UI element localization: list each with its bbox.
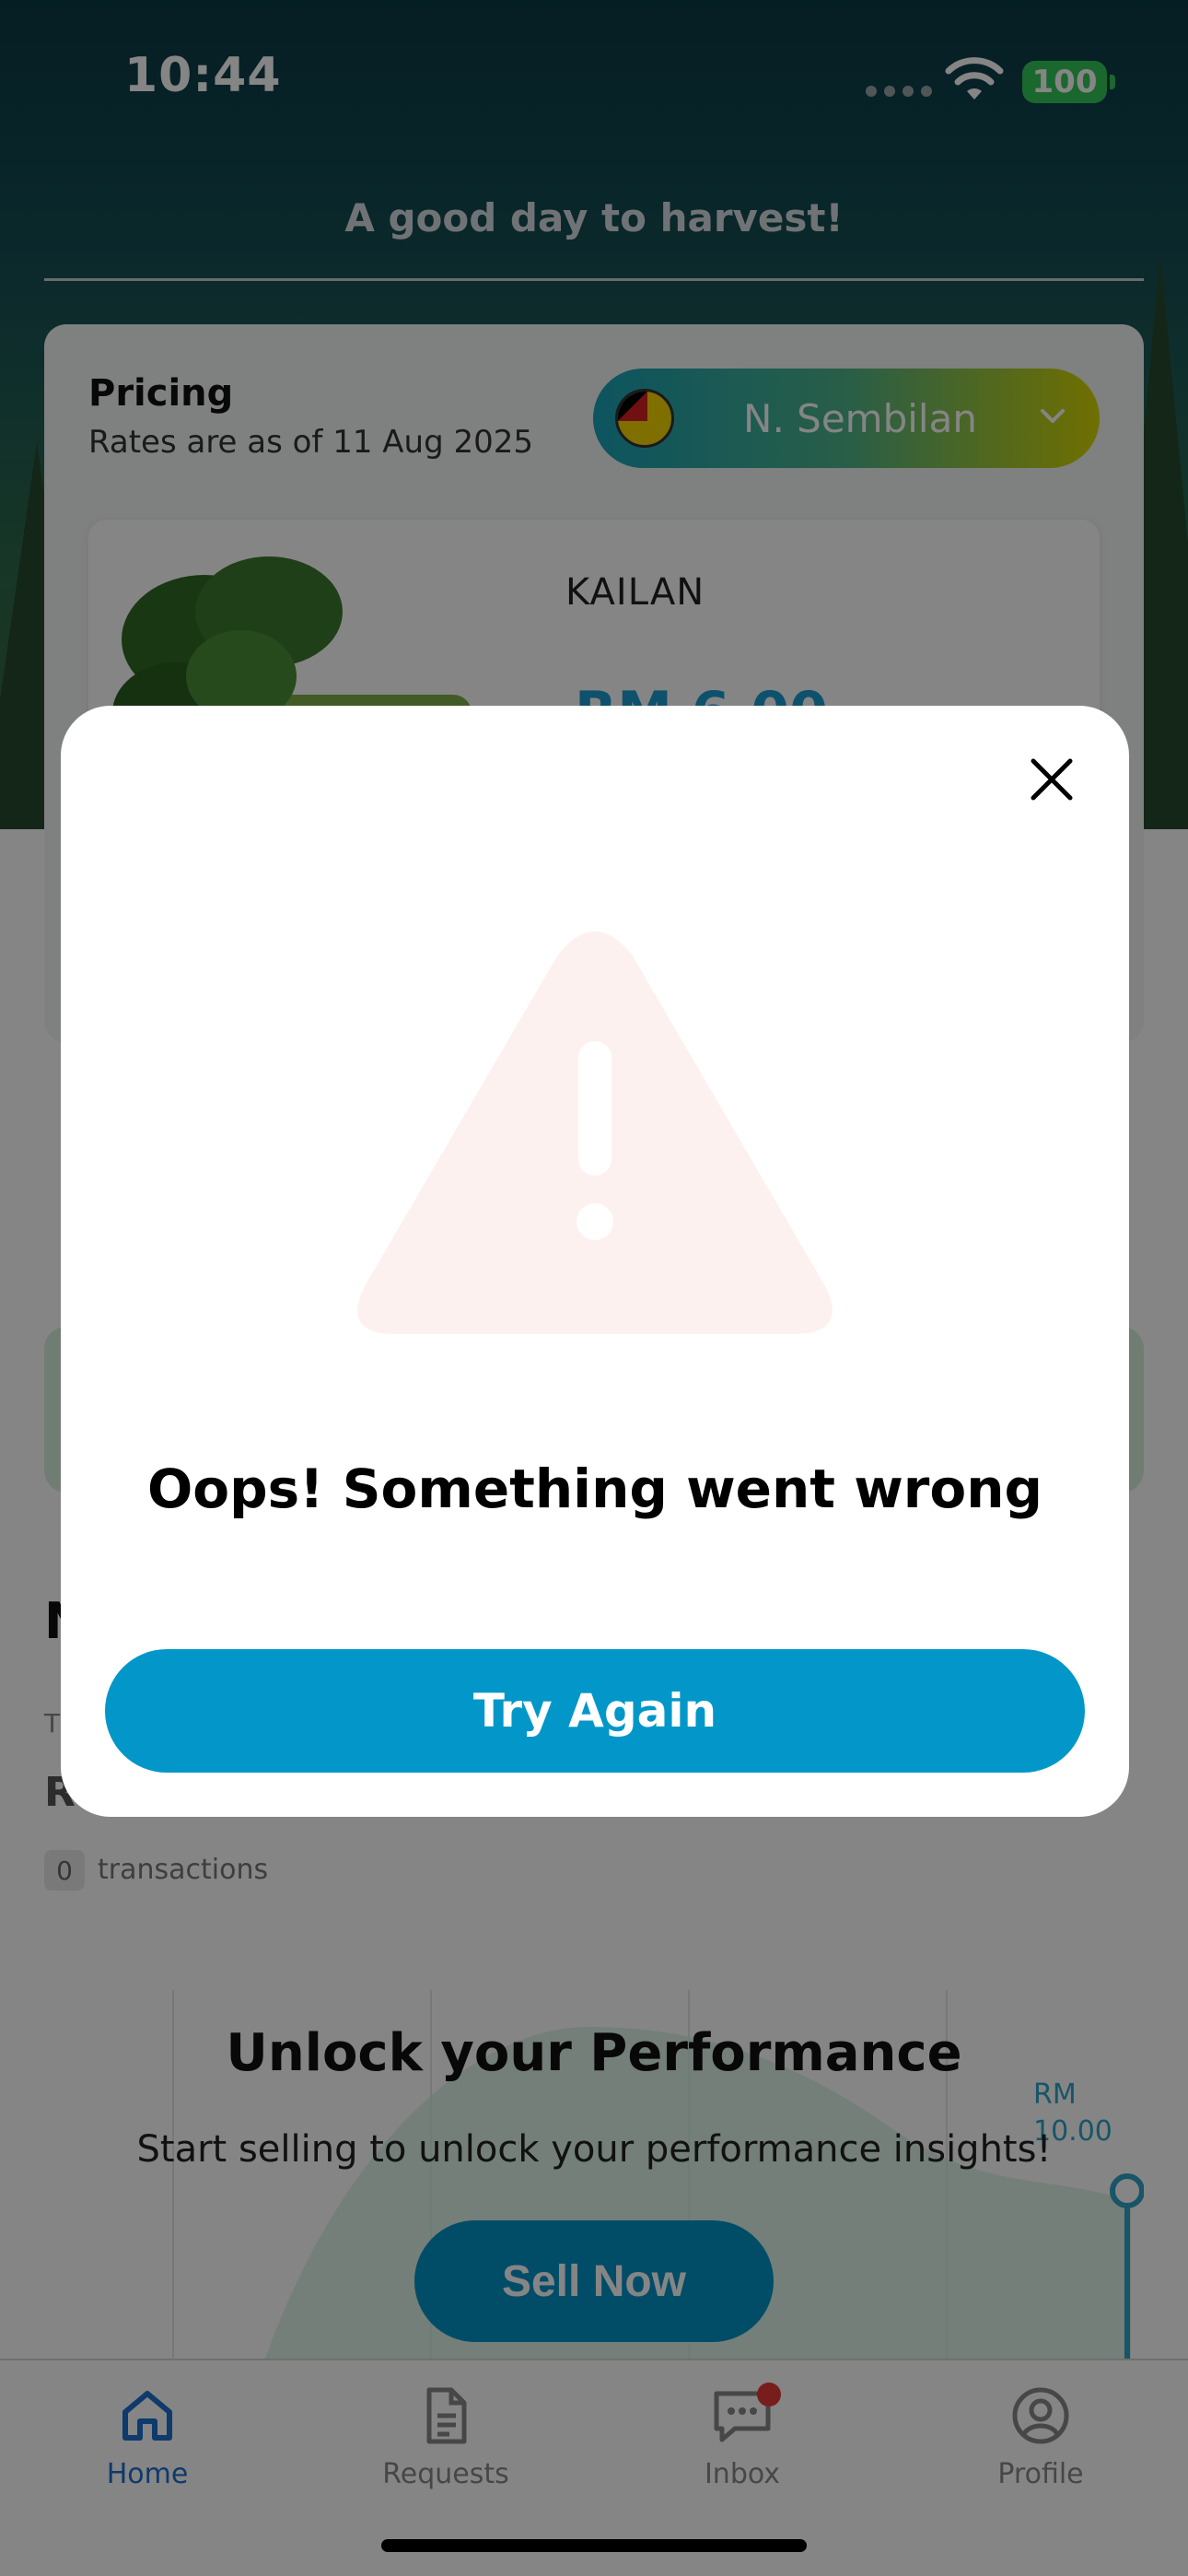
error-title: Oops! Something went wrong xyxy=(146,1458,1043,1520)
home-indicator xyxy=(381,2539,807,2552)
try-again-button[interactable]: Try Again xyxy=(105,1649,1085,1773)
close-button[interactable] xyxy=(1015,743,1089,816)
close-icon xyxy=(1031,758,1073,801)
error-dialog: Oops! Something went wrong Try Again xyxy=(61,706,1129,1817)
warning-icon xyxy=(357,931,833,1334)
